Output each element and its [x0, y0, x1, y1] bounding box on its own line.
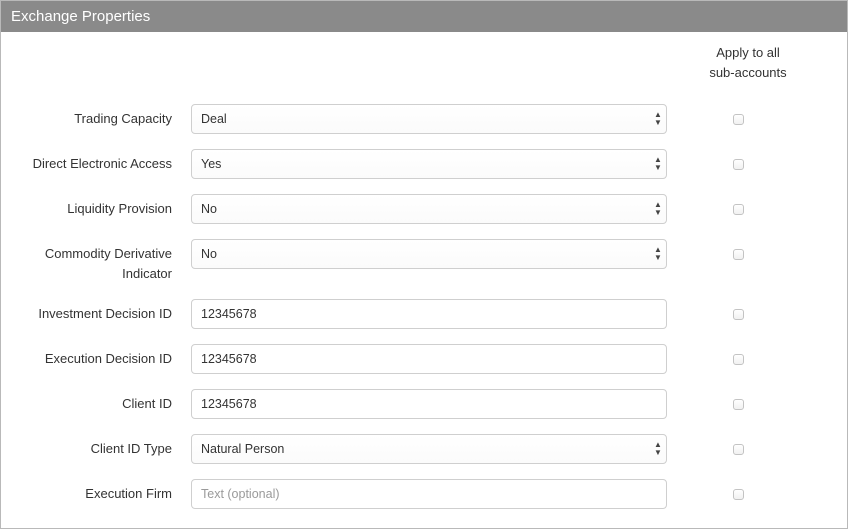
- apply-header-line-2: sub-accounts: [709, 65, 787, 80]
- trading-capacity-label: Trading Capacity: [74, 111, 172, 126]
- row-execution-firm: Execution Firm: [1, 479, 847, 509]
- commodity-derivative-indicator-label: Commodity Derivative Indicator: [2, 244, 172, 284]
- direct-electronic-access-value: Yes: [201, 157, 222, 171]
- row-direct-electronic-access: Direct Electronic Access Yes ▲ ▼: [1, 149, 847, 179]
- apply-to-all-header: Apply to all sub-accounts: [701, 43, 795, 83]
- row-liquidity-provision: Liquidity Provision No ▲ ▼: [1, 194, 847, 224]
- investment-decision-id-input[interactable]: [191, 299, 667, 329]
- direct-electronic-access-apply-checkbox[interactable]: [733, 159, 744, 170]
- execution-decision-id-apply-checkbox[interactable]: [733, 354, 744, 365]
- panel-title: Exchange Properties: [1, 1, 847, 32]
- liquidity-provision-label: Liquidity Provision: [67, 201, 172, 216]
- select-arrows-icon: ▲ ▼: [654, 245, 662, 262]
- client-id-type-label: Client ID Type: [90, 441, 172, 456]
- execution-firm-apply-checkbox[interactable]: [733, 489, 744, 500]
- client-id-label: Client ID: [122, 396, 172, 411]
- client-id-type-value: Natural Person: [201, 442, 285, 456]
- commodity-derivative-indicator-value: No: [201, 247, 217, 261]
- client-id-input[interactable]: [191, 389, 667, 419]
- commodity-derivative-label-line-1: Commodity Derivative: [44, 246, 172, 261]
- client-id-type-select[interactable]: Natural Person ▲ ▼: [191, 434, 667, 464]
- client-id-type-apply-checkbox[interactable]: [733, 444, 744, 455]
- trading-capacity-value: Deal: [201, 112, 227, 126]
- select-arrows-icon: ▲ ▼: [654, 110, 662, 127]
- execution-firm-input[interactable]: [191, 479, 667, 509]
- liquidity-provision-value: No: [201, 202, 217, 216]
- investment-decision-id-label: Investment Decision ID: [38, 306, 172, 321]
- row-commodity-derivative-indicator: Commodity Derivative Indicator No ▲ ▼: [1, 239, 847, 281]
- select-arrows-icon: ▲ ▼: [654, 440, 662, 457]
- row-client-id: Client ID: [1, 389, 847, 419]
- commodity-derivative-label-line-2: Indicator: [122, 266, 172, 281]
- direct-electronic-access-label: Direct Electronic Access: [32, 156, 172, 171]
- trading-capacity-apply-checkbox[interactable]: [733, 114, 744, 125]
- execution-decision-id-input[interactable]: [191, 344, 667, 374]
- row-investment-decision-id: Investment Decision ID: [1, 299, 847, 329]
- execution-firm-label: Execution Firm: [85, 486, 172, 501]
- liquidity-provision-apply-checkbox[interactable]: [733, 204, 744, 215]
- investment-decision-id-apply-checkbox[interactable]: [733, 309, 744, 320]
- apply-header-line-1: Apply to all: [716, 45, 780, 60]
- select-arrows-icon: ▲ ▼: [654, 155, 662, 172]
- client-id-apply-checkbox[interactable]: [733, 399, 744, 410]
- commodity-derivative-indicator-apply-checkbox[interactable]: [733, 249, 744, 260]
- commodity-derivative-indicator-select[interactable]: No ▲ ▼: [191, 239, 667, 269]
- row-client-id-type: Client ID Type Natural Person ▲ ▼: [1, 434, 847, 464]
- row-trading-capacity: Trading Capacity Deal ▲ ▼: [1, 104, 847, 134]
- trading-capacity-select[interactable]: Deal ▲ ▼: [191, 104, 667, 134]
- direct-electronic-access-select[interactable]: Yes ▲ ▼: [191, 149, 667, 179]
- select-arrows-icon: ▲ ▼: [654, 200, 662, 217]
- row-execution-decision-id: Execution Decision ID: [1, 344, 847, 374]
- exchange-properties-panel: Exchange Properties Apply to all sub-acc…: [0, 0, 848, 529]
- liquidity-provision-select[interactable]: No ▲ ▼: [191, 194, 667, 224]
- execution-decision-id-label: Execution Decision ID: [44, 351, 172, 366]
